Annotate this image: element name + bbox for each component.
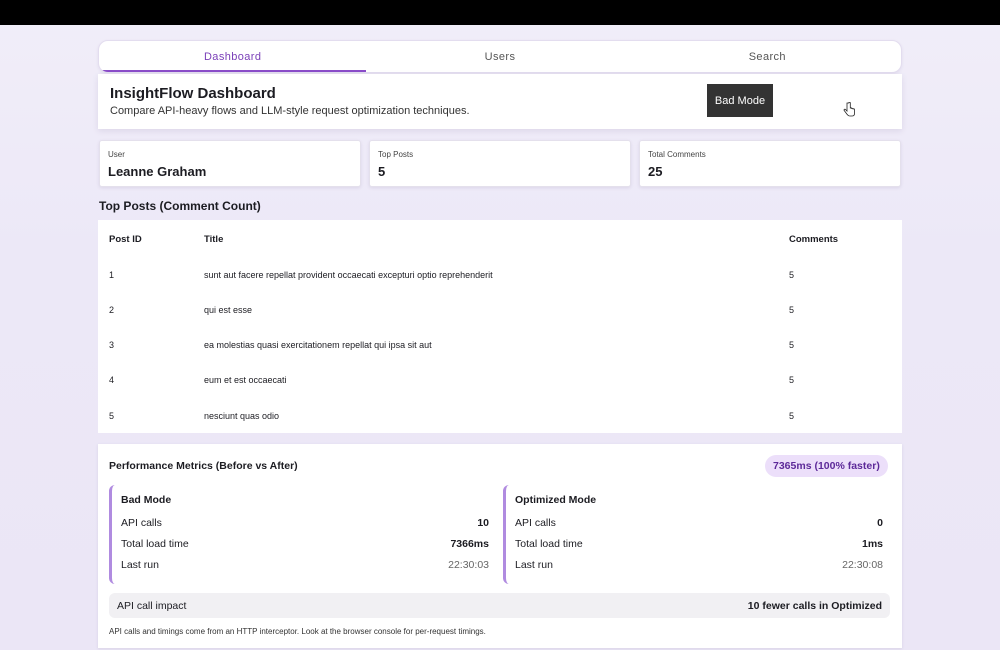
stat-card-top-posts: Top Posts 5	[369, 140, 631, 187]
api-calls-label: API calls	[515, 517, 556, 529]
load-time-value: 7366ms	[450, 538, 489, 550]
metrics-title: Performance Metrics (Before vs After)	[109, 460, 298, 472]
page-title: InsightFlow Dashboard	[110, 85, 276, 102]
stat-card-user: User Leanne Graham	[99, 140, 361, 187]
cell-title: sunt aut facere repellat provident occae…	[204, 270, 493, 280]
stat-value: 5	[378, 164, 386, 179]
last-run-label: Last run	[121, 559, 159, 571]
optimized-mode-title: Optimized Mode	[515, 494, 597, 506]
bad-mode-panel: Bad Mode API calls 10 Total load time 73…	[109, 485, 489, 584]
cell-title: qui est esse	[204, 305, 253, 315]
cell-post-id: 1	[109, 270, 115, 280]
header-card: InsightFlow Dashboard Compare API-heavy …	[98, 74, 902, 129]
stat-label: Top Posts	[378, 150, 414, 159]
stat-label: Total Comments	[648, 150, 706, 159]
stat-card-total-comments: Total Comments 25	[639, 140, 901, 187]
api-impact-row: API call impact 10 fewer calls in Optimi…	[109, 593, 890, 618]
cell-comments: 5	[789, 411, 795, 421]
cell-comments: 5	[789, 340, 795, 350]
cell-comments: 5	[789, 270, 795, 280]
page-subtitle: Compare API-heavy flows and LLM-style re…	[110, 105, 470, 117]
stat-value: Leanne Graham	[108, 164, 207, 179]
performance-metrics-card: Performance Metrics (Before vs After) 73…	[98, 444, 902, 648]
last-run-value: 22:30:03	[448, 559, 489, 571]
stat-value: 25	[648, 164, 663, 179]
posts-table: Post ID Title Comments 1 sunt aut facere…	[98, 220, 902, 433]
column-header-title: Title	[204, 234, 224, 245]
speedup-badge: 7365ms (100% faster)	[765, 455, 888, 477]
impact-label: API call impact	[117, 600, 187, 612]
column-header-comments: Comments	[789, 234, 839, 245]
impact-value: 10 fewer calls in Optimized	[747, 600, 882, 612]
last-run-value: 22:30:08	[842, 559, 883, 571]
cell-comments: 5	[789, 375, 795, 385]
tab-dashboard[interactable]: Dashboard	[99, 41, 367, 72]
top-bar	[0, 0, 1000, 25]
cell-comments: 5	[789, 305, 795, 315]
tab-users[interactable]: Users	[366, 41, 633, 72]
section-title: Top Posts (Comment Count)	[99, 199, 261, 213]
api-calls-label: API calls	[121, 517, 162, 529]
mode-toggle-button[interactable]: Bad Mode	[707, 84, 773, 117]
cell-post-id: 5	[109, 411, 115, 421]
optimized-mode-panel: Optimized Mode API calls 0 Total load ti…	[503, 485, 883, 584]
load-time-label: Total load time	[515, 538, 583, 550]
last-run-label: Last run	[515, 559, 553, 571]
cell-title: nesciunt quas odio	[204, 411, 280, 421]
cell-post-id: 2	[109, 305, 115, 315]
pointer-hand-icon	[843, 102, 855, 117]
cell-title: eum et est occaecati	[204, 375, 287, 385]
cell-post-id: 4	[109, 375, 115, 385]
tab-search[interactable]: Search	[634, 41, 901, 72]
load-time-label: Total load time	[121, 538, 189, 550]
column-header-post-id: Post ID	[109, 234, 142, 245]
api-calls-value: 0	[877, 517, 883, 529]
tab-bar: Dashboard Users Search	[98, 40, 902, 73]
bad-mode-title: Bad Mode	[121, 494, 172, 506]
load-time-value: 1ms	[861, 538, 883, 550]
api-calls-value: 10	[477, 517, 489, 529]
cell-title: ea molestias quasi exercitationem repell…	[204, 340, 432, 350]
metrics-footnote: API calls and timings come from an HTTP …	[109, 627, 486, 636]
stat-label: User	[108, 150, 125, 159]
cell-post-id: 3	[109, 340, 115, 350]
